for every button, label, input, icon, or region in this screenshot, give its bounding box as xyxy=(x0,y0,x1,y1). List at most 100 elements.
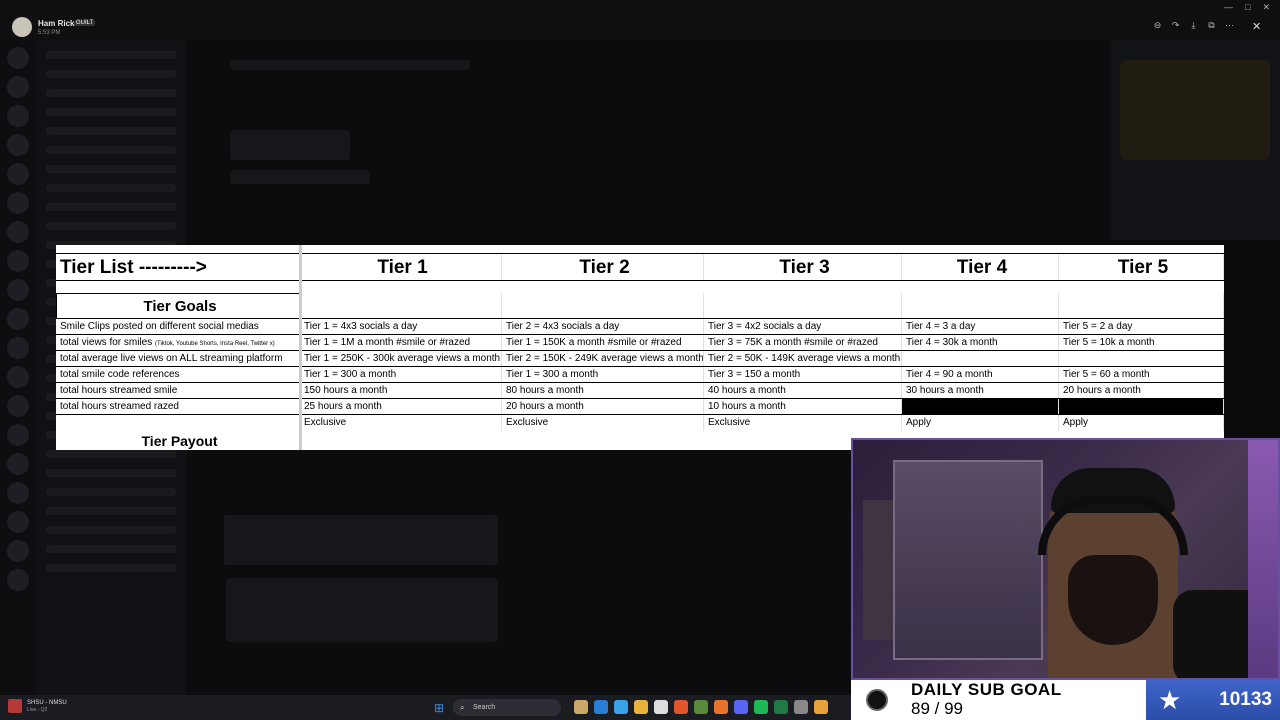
server-icon[interactable] xyxy=(7,482,29,504)
download-icon[interactable]: ⤓ xyxy=(1188,20,1199,31)
header-cell: Tier 4 xyxy=(902,254,1059,280)
message-attachment[interactable] xyxy=(224,515,498,565)
server-icon[interactable] xyxy=(7,76,29,98)
server-icon[interactable] xyxy=(7,221,29,243)
taskbar-search[interactable]: ⌕ Search xyxy=(453,699,561,716)
row-label: total smile code references xyxy=(56,367,300,382)
discord-icon[interactable] xyxy=(734,700,748,714)
firefox-icon[interactable] xyxy=(674,700,688,714)
table-cell xyxy=(902,351,1059,366)
server-icon[interactable] xyxy=(7,366,29,388)
table-row: Smile Clips posted on different social m… xyxy=(56,319,1224,335)
zoom-out-icon[interactable]: ⊖ xyxy=(1152,20,1163,31)
server-icon[interactable] xyxy=(7,424,29,446)
channel-item[interactable] xyxy=(46,184,176,192)
table-cell: Exclusive xyxy=(502,415,704,431)
channel-item[interactable] xyxy=(46,564,176,572)
task-view-icon[interactable] xyxy=(574,700,588,714)
server-icon[interactable] xyxy=(7,163,29,185)
server-icon[interactable] xyxy=(7,250,29,272)
excel-icon[interactable] xyxy=(774,700,788,714)
more-icon[interactable]: ⋯ xyxy=(1224,20,1235,31)
table-cell: Tier 2 = 150K - 249K average views a mon… xyxy=(502,351,704,366)
message-attachment[interactable] xyxy=(226,578,498,642)
sub-count-box: ★ 10133 xyxy=(1146,680,1280,720)
table-row: total views for smiles (Tiktok, Youtube … xyxy=(56,335,1224,351)
sub-goal-text: DAILY SUB GOAL 89 / 99 xyxy=(903,680,1146,720)
channel-item[interactable] xyxy=(46,450,176,458)
channel-item[interactable] xyxy=(46,51,176,59)
media-widget[interactable]: SHSU - NMSU Live - Q2 xyxy=(8,699,67,713)
table-row: Exclusive Exclusive Exclusive Apply Appl… xyxy=(56,415,1224,431)
app-icon[interactable] xyxy=(794,700,808,714)
server-icon[interactable] xyxy=(7,134,29,156)
redo-icon[interactable]: ↷ xyxy=(1170,20,1181,31)
avatar[interactable] xyxy=(12,17,32,37)
message-placeholder xyxy=(230,170,370,184)
server-icon[interactable] xyxy=(7,337,29,359)
channel-item[interactable] xyxy=(46,469,176,477)
channel-item[interactable] xyxy=(46,203,176,211)
server-icon[interactable] xyxy=(7,395,29,417)
display-cabinet xyxy=(893,460,1043,660)
chrome-icon[interactable] xyxy=(814,700,828,714)
table-cell: 40 hours a month xyxy=(704,383,902,398)
store-icon[interactable] xyxy=(654,700,668,714)
table-cell: Tier 4 = 3 a day xyxy=(902,319,1059,334)
timestamp: 5:53 PM xyxy=(38,30,61,36)
section-title: Tier Payout xyxy=(56,431,300,450)
server-icon[interactable] xyxy=(7,279,29,301)
app-icon[interactable] xyxy=(694,700,708,714)
close-window-icon[interactable]: ✕ xyxy=(1262,2,1270,13)
file-explorer-icon[interactable] xyxy=(634,700,648,714)
channel-item[interactable] xyxy=(46,222,176,230)
windows-start-icon[interactable]: ⊞ xyxy=(434,701,444,715)
media-subtitle: Live - Q2 xyxy=(27,706,48,713)
column-divider xyxy=(299,245,302,450)
blacked-out-cell xyxy=(902,399,1059,414)
server-icon[interactable] xyxy=(7,511,29,533)
open-external-icon[interactable]: ⧉ xyxy=(1206,20,1217,31)
close-viewer-icon[interactable]: ✕ xyxy=(1252,20,1261,33)
row-label xyxy=(56,415,300,431)
server-icon[interactable] xyxy=(7,47,29,69)
server-icon[interactable] xyxy=(7,308,29,330)
app-icon[interactable] xyxy=(714,700,728,714)
table-cell: Tier 1 = 300 a month xyxy=(300,367,502,382)
server-icon[interactable] xyxy=(7,569,29,591)
webcam-feed xyxy=(851,438,1280,680)
table-cell: Tier 2 = 50K - 149K average views a mont… xyxy=(704,351,902,366)
table-cell: Tier 4 = 90 a month xyxy=(902,367,1059,382)
star-icon: ★ xyxy=(1158,684,1182,715)
channel-item[interactable] xyxy=(46,545,176,553)
server-icon[interactable] xyxy=(7,540,29,562)
server-icon[interactable] xyxy=(7,192,29,214)
channel-item[interactable] xyxy=(46,526,176,534)
goals-row: Tier Goals xyxy=(56,293,1224,319)
server-icon[interactable] xyxy=(7,105,29,127)
server-icon[interactable] xyxy=(7,453,29,475)
copilot-icon[interactable] xyxy=(614,700,628,714)
tier-list-spreadsheet: Tier List ---------> Tier 1 Tier 2 Tier … xyxy=(56,245,1224,450)
media-title: SHSU - NMSU xyxy=(27,699,67,706)
channel-item[interactable] xyxy=(46,165,176,173)
table-cell: Tier 3 = 150 a month xyxy=(704,367,902,382)
table-cell: Tier 1 = 250K - 300k average views a mon… xyxy=(300,351,502,366)
channel-item[interactable] xyxy=(46,89,176,97)
minimize-icon[interactable]: — xyxy=(1224,2,1233,13)
channel-item[interactable] xyxy=(46,146,176,154)
channel-item[interactable] xyxy=(46,108,176,116)
channel-item[interactable] xyxy=(46,70,176,78)
search-icon: ⌕ xyxy=(460,703,465,712)
table-cell: Tier 3 = 75K a month #smile or #razed xyxy=(704,335,902,350)
channel-item[interactable] xyxy=(46,507,176,515)
maximize-icon[interactable]: □ xyxy=(1245,2,1250,13)
edge-icon[interactable] xyxy=(594,700,608,714)
channel-item[interactable] xyxy=(46,488,176,496)
table-cell: Tier 4 = 30k a month xyxy=(902,335,1059,350)
spotify-icon[interactable] xyxy=(754,700,768,714)
channel-item[interactable] xyxy=(46,127,176,135)
user-badge: GUILT xyxy=(74,20,96,26)
viewer-toolbar: ⊖ ↷ ⤓ ⧉ ⋯ xyxy=(1152,20,1235,31)
table-cell: Tier 1 = 300 a month xyxy=(502,367,704,382)
